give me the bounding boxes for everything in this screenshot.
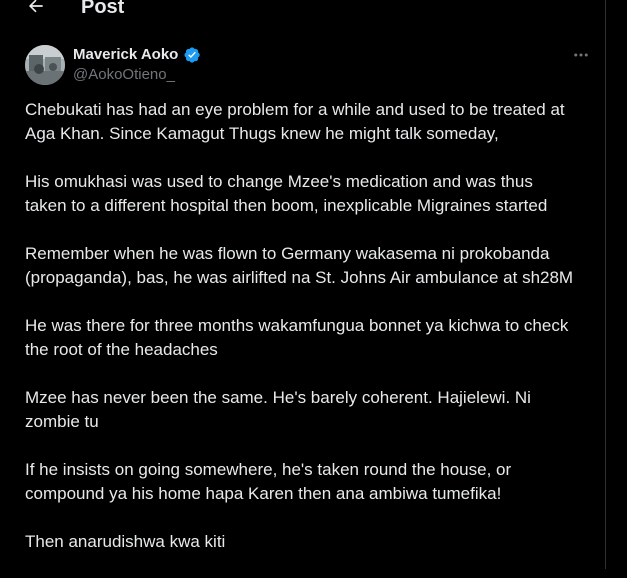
post-paragraph: Mzee has never been the same. He's barel…: [25, 388, 531, 431]
avatar[interactable]: [25, 45, 65, 85]
more-options-button[interactable]: [570, 45, 592, 65]
author-name[interactable]: Maverick Aoko: [73, 45, 178, 65]
post-paragraph: Chebukati has had an eye problem for a w…: [25, 100, 565, 143]
post-paragraph: His omukhasi was used to change Mzee's m…: [25, 172, 548, 215]
post-header: Post: [0, 0, 605, 22]
back-button[interactable]: [22, 0, 50, 20]
page-title: Post: [81, 0, 125, 18]
post-paragraph: He was there for three months wakamfungu…: [25, 316, 569, 359]
post-text: Chebukati has had an eye problem for a w…: [25, 98, 595, 578]
avatar-image: [25, 45, 65, 85]
more-horizontal-icon: [574, 53, 588, 57]
post-paragraph: Remember when he was flown to Germany wa…: [25, 244, 574, 287]
author-handle[interactable]: @AokoOtieno_: [73, 65, 175, 85]
post-paragraph: Then anarudishwa kwa kiti: [25, 532, 226, 551]
post-column: Post Maverick Aoko @AokoOtieno_ Chebukat…: [0, 0, 606, 569]
verified-badge-icon: [184, 47, 200, 63]
arrow-left-icon: [28, 0, 43, 13]
post-paragraph: If he insists on going somewhere, he's t…: [25, 460, 512, 503]
